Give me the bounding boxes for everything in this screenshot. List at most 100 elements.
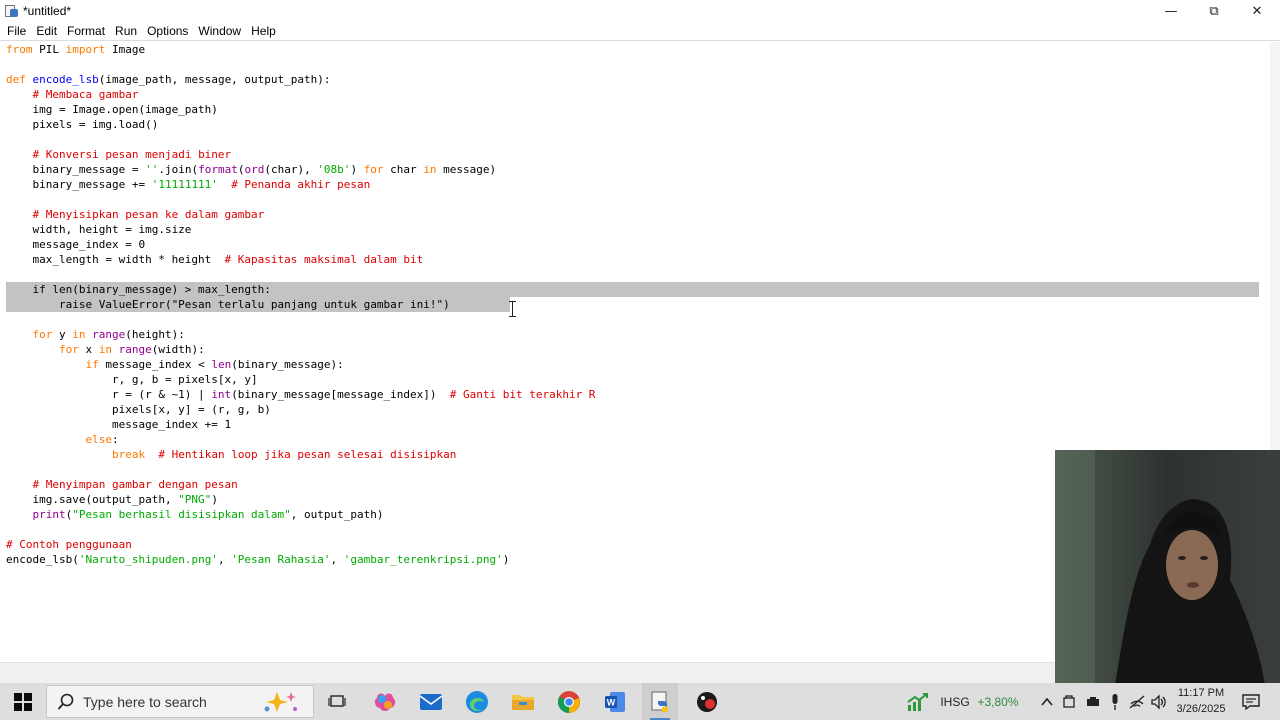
code-token: # Ganti bit terakhir R bbox=[449, 388, 596, 401]
taskbar-app-file-explorer[interactable] bbox=[506, 683, 540, 720]
taskbar-app-edge[interactable] bbox=[460, 683, 494, 720]
menu-options[interactable]: Options bbox=[142, 22, 193, 40]
code-line[interactable]: max_length = width * height # Kapasitas … bbox=[6, 252, 595, 267]
python-idle-icon bbox=[651, 691, 668, 712]
code-line[interactable]: break # Hentikan loop jika pesan selesai… bbox=[6, 447, 595, 462]
minimize-button[interactable]: — bbox=[1150, 0, 1192, 22]
code-token: # Hentikan loop jika pesan selesai disis… bbox=[158, 448, 457, 461]
menu-file[interactable]: File bbox=[0, 22, 31, 40]
tray-icon-1[interactable] bbox=[1058, 683, 1080, 720]
menu-edit[interactable]: Edit bbox=[31, 22, 62, 40]
code-token: y bbox=[52, 328, 73, 341]
stock-change[interactable]: +3,80% bbox=[974, 683, 1022, 720]
code-line[interactable] bbox=[6, 57, 595, 72]
tray-icon-mic[interactable] bbox=[1104, 683, 1126, 720]
code-line[interactable]: message_index = 0 bbox=[6, 237, 595, 252]
code-line[interactable] bbox=[6, 267, 595, 282]
code-token: (binary_message): bbox=[231, 358, 344, 371]
code-line[interactable] bbox=[6, 522, 595, 537]
menu-format[interactable]: Format bbox=[62, 22, 110, 40]
code-token: from bbox=[6, 43, 33, 56]
taskbar-app-chrome[interactable] bbox=[552, 683, 586, 720]
code-line[interactable]: # Menyimpan gambar dengan pesan bbox=[6, 477, 595, 492]
code-token: (height): bbox=[125, 328, 185, 341]
tray-icon-2[interactable] bbox=[1082, 683, 1104, 720]
code-line[interactable]: img.save(output_path, "PNG") bbox=[6, 492, 595, 507]
code-token: : bbox=[111, 433, 119, 446]
code-token: len bbox=[211, 358, 232, 371]
tray-icon-network[interactable] bbox=[1126, 683, 1148, 720]
code-token: raise ValueError("Pesan terlalu panjang … bbox=[6, 298, 450, 311]
code-line[interactable]: # Konversi pesan menjadi biner bbox=[6, 147, 595, 162]
code-line[interactable]: # Membaca gambar bbox=[6, 87, 595, 102]
code-line[interactable]: pixels[x, y] = (r, g, b) bbox=[6, 402, 595, 417]
code-token: binary_message += bbox=[6, 178, 152, 191]
code-line[interactable]: r, g, b = pixels[x, y] bbox=[6, 372, 595, 387]
code-token: char bbox=[383, 163, 424, 176]
code-line[interactable]: img = Image.open(image_path) bbox=[6, 102, 595, 117]
code-line[interactable] bbox=[6, 312, 595, 327]
start-button[interactable] bbox=[0, 683, 46, 720]
code-line[interactable]: for x in range(width): bbox=[6, 342, 595, 357]
code-token: (binary_message[message_index]) bbox=[231, 388, 450, 401]
code-line[interactable]: pixels = img.load() bbox=[6, 117, 595, 132]
code-line[interactable] bbox=[6, 132, 595, 147]
code-token: 'gambar_terenkripsi.png' bbox=[343, 553, 503, 566]
maximize-button[interactable]: ⧉ bbox=[1193, 0, 1235, 22]
code-token: in bbox=[423, 163, 437, 176]
code-token: import bbox=[65, 43, 106, 56]
code-line[interactable]: # Menyisipkan pesan ke dalam gambar bbox=[6, 207, 595, 222]
code-line[interactable]: message_index += 1 bbox=[6, 417, 595, 432]
svg-text:W: W bbox=[607, 697, 616, 707]
code-line[interactable]: # Contoh penggunaan bbox=[6, 537, 595, 552]
copilot-icon bbox=[264, 691, 297, 712]
code-line[interactable]: def encode_lsb(image_path, message, outp… bbox=[6, 72, 595, 87]
code-text[interactable]: from PIL import Image def encode_lsb(imag… bbox=[6, 42, 595, 567]
code-line[interactable]: encode_lsb('Naruto_shipuden.png', 'Pesan… bbox=[6, 552, 595, 567]
taskbar-app-python-idle[interactable] bbox=[642, 683, 678, 720]
stock-name[interactable]: IHSG bbox=[936, 683, 974, 720]
code-line[interactable]: from PIL import Image bbox=[6, 42, 595, 57]
tray-overflow-button[interactable] bbox=[1038, 683, 1056, 720]
code-token: # Membaca gambar bbox=[32, 88, 139, 101]
task-view-button[interactable] bbox=[322, 683, 352, 720]
code-token: r = (r & ~1) | bbox=[6, 388, 212, 401]
code-line[interactable]: r = (r & ~1) | int(binary_message[messag… bbox=[6, 387, 595, 402]
close-button[interactable]: ✕ bbox=[1236, 0, 1278, 22]
code-line[interactable]: else: bbox=[6, 432, 595, 447]
taskbar-app-word[interactable]: W bbox=[598, 683, 632, 720]
code-line[interactable]: if len(binary_message) > max_length: bbox=[6, 282, 595, 297]
webcam-person-image bbox=[1055, 450, 1280, 686]
taskbar-search-box[interactable]: Type here to search bbox=[46, 685, 314, 718]
menu-run[interactable]: Run bbox=[110, 22, 142, 40]
clock-date: 3/26/2025 bbox=[1176, 703, 1226, 715]
window-title: *untitled* bbox=[23, 4, 72, 18]
code-line[interactable]: for y in range(height): bbox=[6, 327, 595, 342]
code-line[interactable] bbox=[6, 462, 595, 477]
menu-help[interactable]: Help bbox=[246, 22, 281, 40]
code-token: range bbox=[118, 343, 152, 356]
tray-icon-volume[interactable] bbox=[1148, 683, 1170, 720]
code-line[interactable]: raise ValueError("Pesan terlalu panjang … bbox=[6, 297, 595, 312]
code-line[interactable] bbox=[6, 192, 595, 207]
code-line[interactable]: print("Pesan berhasil disisipkan dalam",… bbox=[6, 507, 595, 522]
taskbar-app-mail[interactable] bbox=[414, 683, 448, 720]
code-token: (char), bbox=[264, 163, 318, 176]
taskbar-app-colorful[interactable] bbox=[368, 683, 402, 720]
code-line[interactable]: width, height = img.size bbox=[6, 222, 595, 237]
taskbar-clock[interactable]: 11:17 PM 3/26/2025 bbox=[1170, 685, 1232, 717]
code-line[interactable]: binary_message += '11111111' # Penanda a… bbox=[6, 177, 595, 192]
code-line[interactable]: if message_index < len(binary_message): bbox=[6, 357, 595, 372]
notification-button[interactable] bbox=[1236, 683, 1266, 720]
code-line[interactable]: binary_message = ''.join(format(ord(char… bbox=[6, 162, 595, 177]
stock-widget-icon[interactable] bbox=[904, 683, 932, 720]
taskbar-app-game[interactable] bbox=[690, 683, 724, 720]
code-token: # Kapasitas maksimal dalam bit bbox=[224, 253, 424, 266]
menu-window[interactable]: Window bbox=[193, 22, 246, 40]
